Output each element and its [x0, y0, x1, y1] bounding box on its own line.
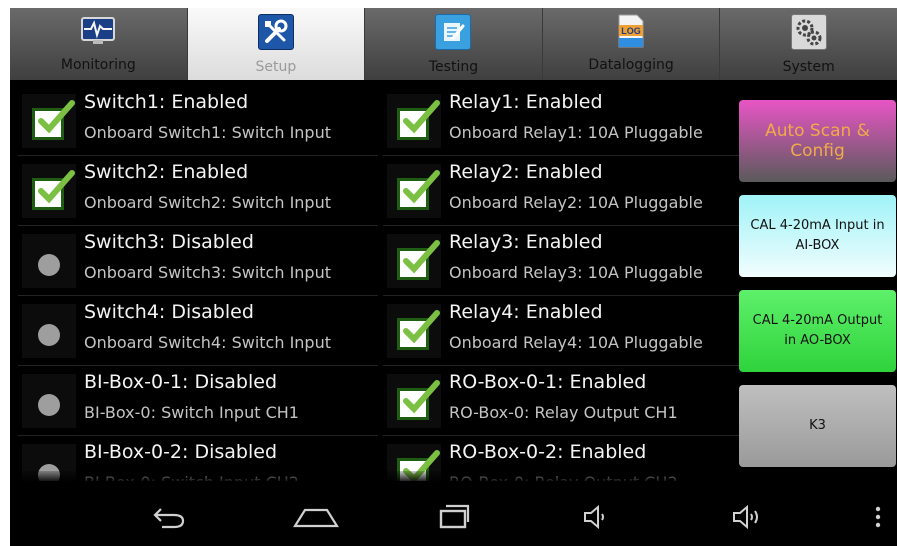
switch-item-title: BI-Box-0-1: Disabled — [84, 371, 278, 393]
enabled-checkbox[interactable] — [387, 94, 441, 148]
checkmark-icon — [403, 170, 440, 204]
checkmark-icon — [403, 380, 440, 414]
cal-input-ai-box-button[interactable]: CAL 4-20mA Input in AI-BOX — [739, 195, 896, 277]
tab-bar: Monitoring Setup Testing LOG Datalogging… — [10, 8, 897, 80]
switch-item-row[interactable]: Switch1: Enabled Onboard Switch1: Switch … — [18, 86, 378, 156]
tab-datalogging[interactable]: LOG Datalogging — [542, 8, 721, 80]
relay-item-row[interactable]: Relay1: Enabled Onboard Relay1: 10A Plugg… — [383, 86, 743, 156]
checkbox-box — [397, 380, 440, 420]
checkbox-box — [397, 100, 440, 140]
checkmark-icon — [38, 100, 75, 134]
checkbox-box — [397, 170, 440, 210]
relay-item-title: Relay4: Enabled — [449, 301, 603, 323]
relay-item-subtitle: Onboard Relay2: 10A Pluggable — [449, 193, 703, 212]
enabled-checkbox[interactable] — [387, 304, 441, 358]
checkmark-icon — [403, 100, 440, 134]
auto-scan-config-button[interactable]: Auto Scan & Config — [739, 100, 896, 182]
enabled-checkbox[interactable] — [387, 164, 441, 218]
tab-system[interactable]: System — [720, 8, 897, 80]
relay-item-title: RO-Box-0-1: Enabled — [449, 371, 647, 393]
switch-input-list: Switch1: Enabled Onboard Switch1: Switch … — [18, 86, 378, 481]
relay-item-row[interactable]: Relay3: Enabled Onboard Relay3: 10A Plugg… — [383, 226, 743, 296]
relay-item-subtitle: RO-Box-0: Relay Output CH1 — [449, 403, 678, 422]
checkbox-box — [397, 240, 440, 280]
switch-item-subtitle: Onboard Switch2: Switch Input — [84, 193, 331, 212]
tab-label: Testing — [428, 59, 479, 75]
gears-icon — [790, 14, 827, 50]
disabled-dot-icon — [38, 324, 60, 346]
checkbox-box — [32, 100, 75, 140]
enabled-checkbox[interactable] — [22, 164, 76, 218]
log-icon-text: LOG — [621, 26, 641, 36]
checkmark-icon — [403, 240, 440, 274]
disabled-dot-icon — [38, 254, 60, 276]
switch-item-row[interactable]: Switch4: Disabled Onboard Switch4: Switch… — [18, 296, 378, 366]
switch-item-row[interactable]: Switch3: Disabled Onboard Switch3: Switch… — [18, 226, 378, 296]
back-icon[interactable] — [152, 502, 186, 532]
disabled-indicator[interactable] — [22, 234, 76, 288]
home-icon[interactable] — [293, 502, 339, 532]
enabled-checkbox[interactable] — [22, 94, 76, 148]
android-nav-bar — [10, 488, 897, 546]
relay-output-list: Relay1: Enabled Onboard Relay1: 10A Plugg… — [383, 86, 743, 481]
tab-label: Datalogging — [588, 57, 674, 73]
relay-item-title: RO-Box-0-2: Enabled — [449, 441, 647, 463]
monitor-pulse-icon — [81, 14, 116, 48]
disabled-indicator[interactable] — [22, 374, 76, 428]
tab-setup[interactable]: Setup — [187, 8, 366, 80]
switch-item-subtitle: BI-Box-0: Switch Input CH1 — [84, 403, 299, 422]
tab-label: Monitoring — [60, 57, 136, 73]
switch-item-title: Switch4: Disabled — [84, 301, 254, 323]
relay-item-subtitle: Onboard Relay4: 10A Pluggable — [449, 333, 703, 352]
relay-item-row[interactable]: Relay4: Enabled Onboard Relay4: 10A Plugg… — [383, 296, 743, 366]
switch-item-title: BI-Box-0-2: Disabled — [84, 441, 278, 463]
switch-item-subtitle: Onboard Switch4: Switch Input — [84, 333, 331, 352]
checkmark-icon — [403, 310, 440, 344]
relay-item-title: Relay3: Enabled — [449, 231, 603, 253]
overflow-menu-icon[interactable] — [873, 502, 883, 532]
volume-up-icon[interactable] — [732, 502, 764, 532]
checkmark-icon — [38, 170, 75, 204]
relay-item-row[interactable]: RO-Box-0-1: Enabled RO-Box-0: Relay Outpu… — [383, 366, 743, 436]
disabled-indicator[interactable] — [22, 304, 76, 358]
switch-item-subtitle: Onboard Switch1: Switch Input — [84, 123, 331, 142]
tab-testing[interactable]: Testing — [365, 8, 543, 80]
switch-item-row[interactable]: Switch2: Enabled Onboard Switch2: Switch … — [18, 156, 378, 226]
switch-item-subtitle: Onboard Switch3: Switch Input — [84, 263, 331, 282]
enabled-checkbox[interactable] — [387, 234, 441, 288]
tab-monitoring[interactable]: Monitoring — [10, 8, 188, 80]
cal-output-ao-box-button[interactable]: CAL 4-20mA Output in AO-BOX — [739, 290, 896, 372]
switch-item-title: Switch1: Enabled — [84, 91, 249, 113]
checkbox-box — [32, 170, 75, 210]
tab-label: System — [782, 59, 835, 75]
relay-item-title: Relay1: Enabled — [449, 91, 603, 113]
log-file-icon: LOG — [614, 14, 648, 48]
switch-item-title: Switch3: Disabled — [84, 231, 254, 253]
volume-down-icon[interactable] — [583, 502, 609, 532]
notepad-pencil-icon — [435, 14, 472, 50]
switch-item-title: Switch2: Enabled — [84, 161, 249, 183]
checkbox-box — [397, 310, 440, 350]
relay-item-subtitle: Onboard Relay3: 10A Pluggable — [449, 263, 703, 282]
enabled-checkbox[interactable] — [387, 374, 441, 428]
k3-button[interactable]: K3 — [739, 385, 896, 467]
switch-item-row[interactable]: BI-Box-0-1: Disabled BI-Box-0: Switch Inp… — [18, 366, 378, 436]
device-screen: Monitoring Setup Testing LOG Datalogging… — [10, 8, 897, 546]
relay-item-row[interactable]: Relay2: Enabled Onboard Relay2: 10A Plugg… — [383, 156, 743, 226]
relay-item-title: Relay2: Enabled — [449, 161, 603, 183]
tab-label: Setup — [255, 59, 297, 75]
disabled-dot-icon — [38, 394, 60, 416]
recent-apps-icon[interactable] — [438, 502, 474, 532]
relay-item-subtitle: Onboard Relay1: 10A Pluggable — [449, 123, 703, 142]
tools-icon — [257, 14, 294, 50]
list-scroll-fade — [10, 471, 735, 481]
